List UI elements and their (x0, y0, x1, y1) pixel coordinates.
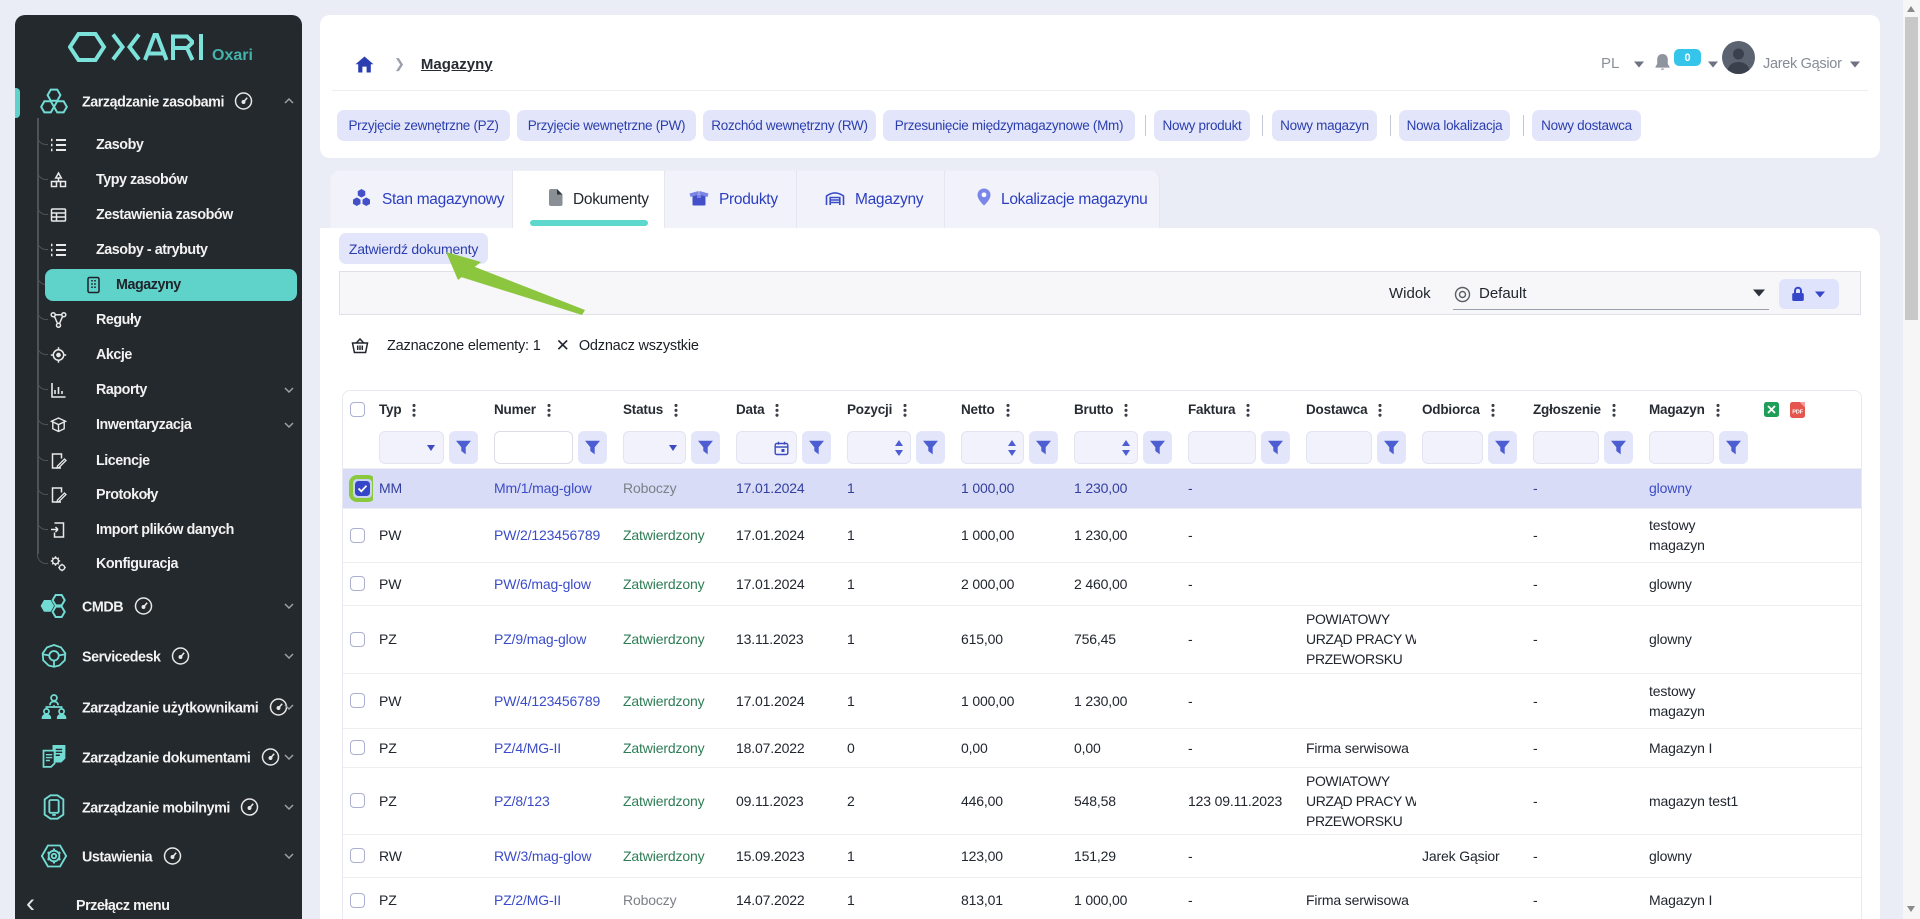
svg-text:PDF: PDF (1792, 409, 1803, 415)
